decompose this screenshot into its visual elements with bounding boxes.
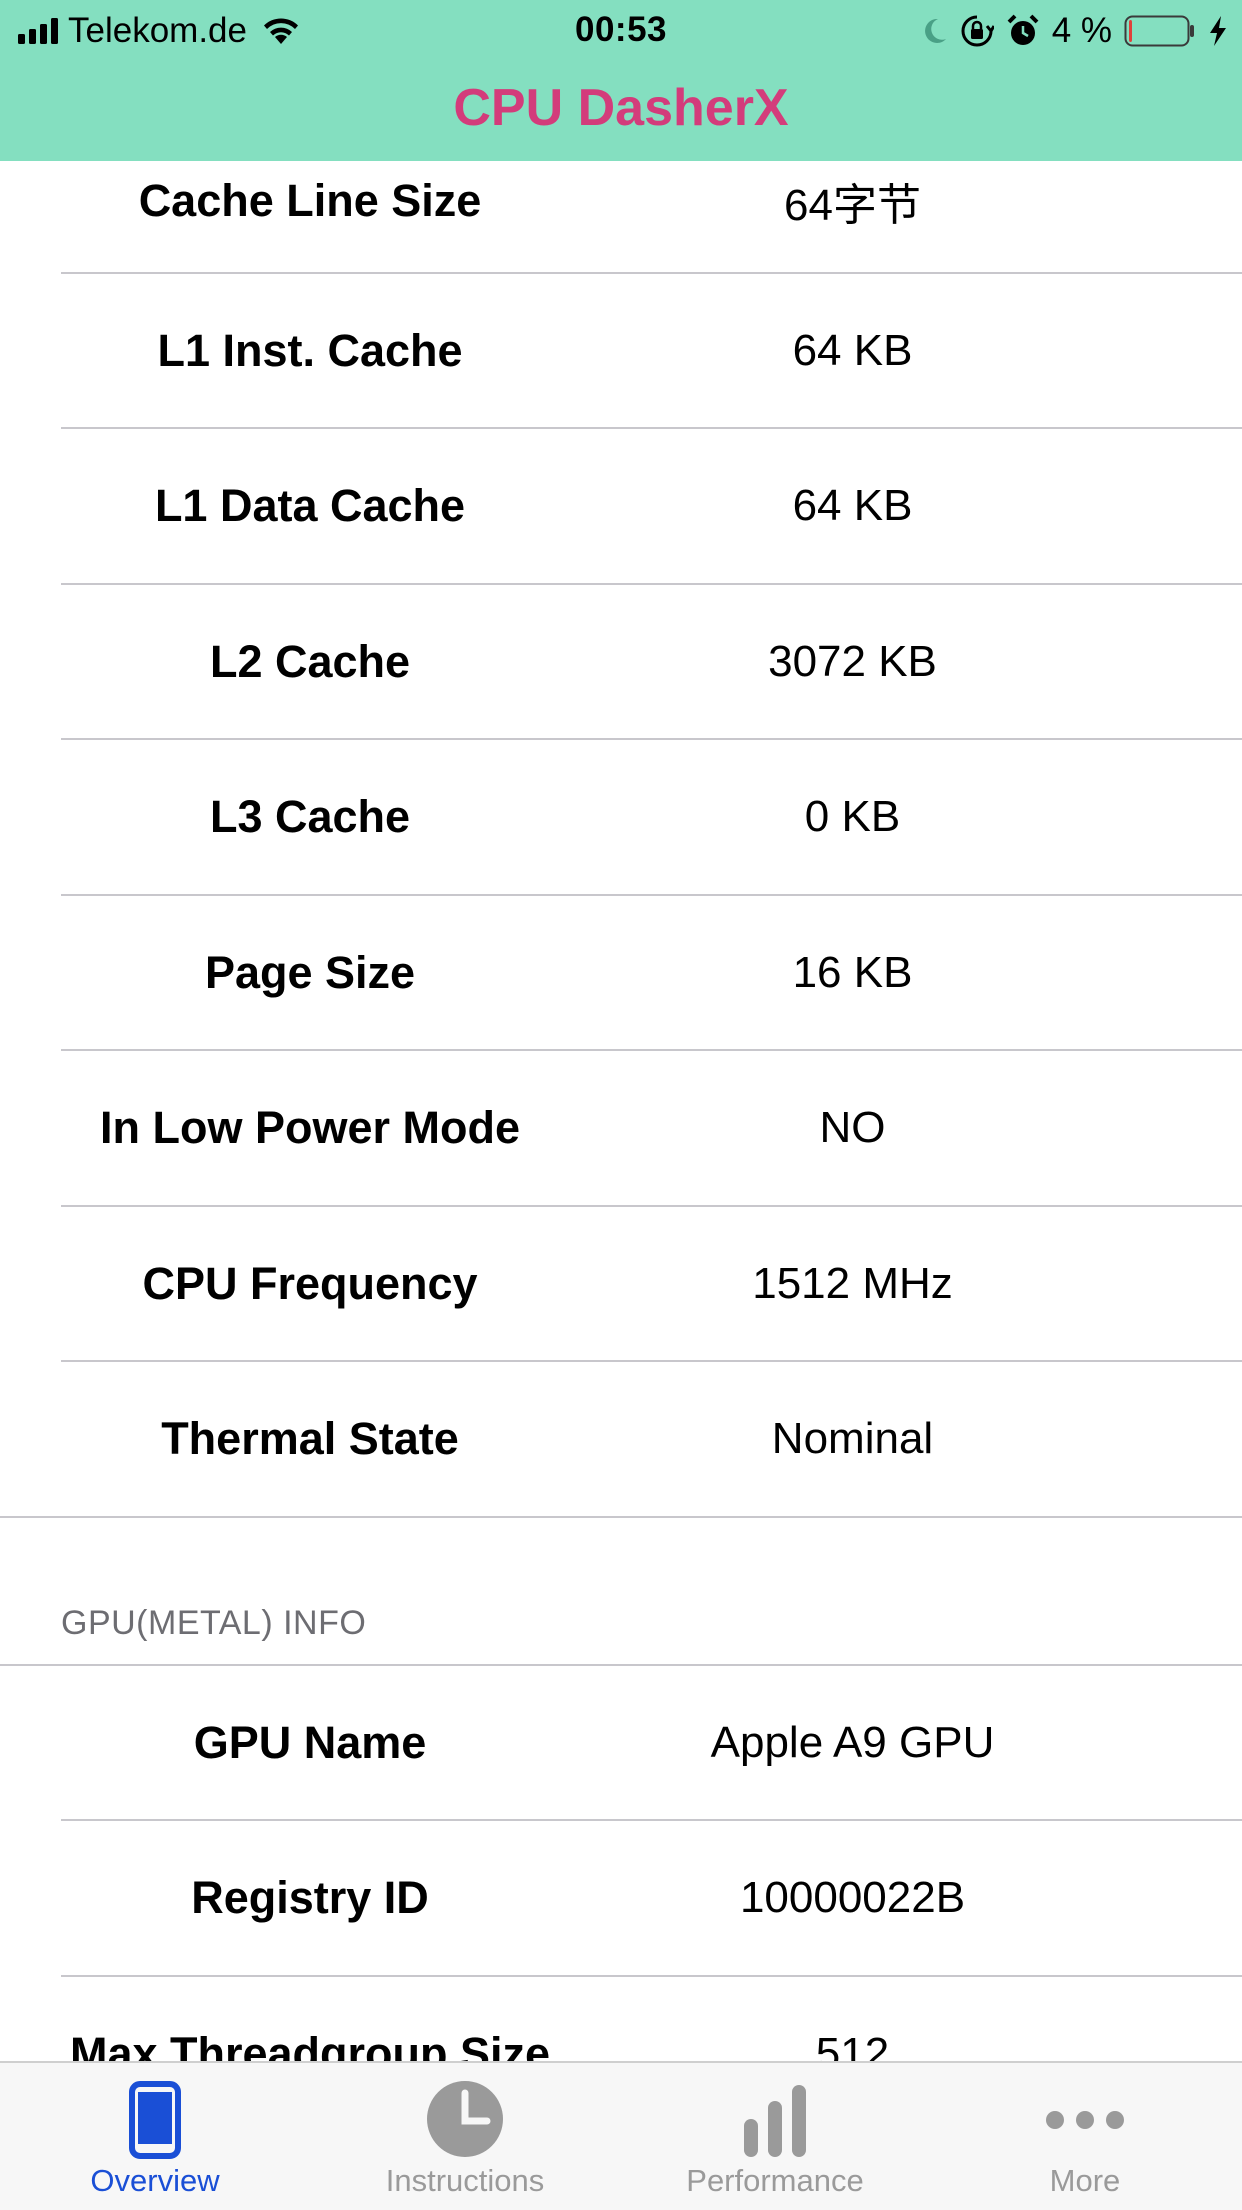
tab-overview[interactable]: Overview bbox=[0, 2063, 310, 2210]
tab-label: More bbox=[1049, 2163, 1121, 2198]
tab-label: Performance bbox=[686, 2163, 864, 2198]
info-list[interactable]: Cache Line Size 64字节 L1 Inst. Cache 64 K… bbox=[0, 161, 1242, 2061]
tab-instructions[interactable]: Instructions bbox=[310, 2063, 620, 2210]
bars-icon bbox=[744, 2085, 806, 2157]
moon-icon bbox=[924, 18, 946, 43]
section-divider bbox=[0, 1516, 1242, 1518]
info-row: L1 Inst. Cache 64 KB bbox=[0, 273, 1242, 428]
row-value: 64 KB bbox=[792, 325, 913, 375]
info-row: L2 Cache 3072 KB bbox=[0, 584, 1242, 739]
info-row: Thermal State Nominal bbox=[0, 1361, 1242, 1516]
info-row: L3 Cache 0 KB bbox=[0, 739, 1242, 894]
info-row: Cache Line Size 64字节 bbox=[0, 161, 1242, 278]
page-title: CPU DasherX bbox=[453, 79, 789, 137]
row-label: Registry ID bbox=[191, 1871, 429, 1923]
row-value: 64字节 bbox=[784, 180, 921, 230]
row-label: In Low Power Mode bbox=[99, 1101, 520, 1153]
info-row: Registry ID 10000022B bbox=[0, 1820, 1242, 1975]
row-value: 16 KB bbox=[792, 947, 913, 997]
row-label: L2 Cache bbox=[209, 635, 411, 687]
row-label: Page Size bbox=[204, 946, 416, 998]
battery-icon bbox=[1124, 15, 1194, 47]
clock-icon bbox=[427, 2081, 503, 2157]
row-label: GPU Name bbox=[193, 1716, 427, 1768]
row-value: Apple A9 GPU bbox=[710, 1717, 995, 1767]
status-right: 4 % bbox=[922, 10, 1228, 52]
row-value: 0 KB bbox=[804, 791, 901, 841]
row-label: CPU Frequency bbox=[142, 1257, 478, 1309]
rotation-lock-icon bbox=[961, 15, 994, 47]
row-label: L1 Inst. Cache bbox=[157, 324, 463, 376]
row-label: Max Threadgroup Size bbox=[69, 2027, 551, 2062]
info-row: L1 Data Cache 64 KB bbox=[0, 428, 1242, 583]
row-value: 10000022B bbox=[739, 1872, 966, 1922]
row-value: 3072 KB bbox=[768, 636, 937, 686]
charging-bolt-icon bbox=[1210, 16, 1226, 46]
tab-performance[interactable]: Performance bbox=[620, 2063, 930, 2210]
row-value: 512 bbox=[815, 2028, 890, 2062]
tab-more[interactable]: More bbox=[930, 2063, 1240, 2210]
info-row: In Low Power Mode NO bbox=[0, 1050, 1242, 1205]
row-value: 1512 MHz bbox=[752, 1258, 953, 1308]
row-value: Nominal bbox=[771, 1413, 934, 1463]
battery-percentage: 4 % bbox=[1051, 11, 1112, 50]
info-row: Page Size 16 KB bbox=[0, 895, 1242, 1050]
info-row: GPU Name Apple A9 GPU bbox=[0, 1665, 1242, 1820]
tab-bar: Overview Instructions Performance More bbox=[0, 2061, 1242, 2210]
row-label: Cache Line Size bbox=[138, 174, 482, 226]
row-value: NO bbox=[819, 1102, 886, 1152]
header: Telekom.de 00:53 4 % CPU DasherX bbox=[0, 0, 1242, 161]
row-label: L3 Cache bbox=[209, 790, 411, 842]
more-dots-icon bbox=[1046, 2111, 1124, 2129]
phone-icon bbox=[129, 2081, 181, 2159]
alarm-icon bbox=[1007, 14, 1039, 45]
status-bar: Telekom.de 00:53 4 % bbox=[0, 0, 1242, 62]
row-label: L1 Data Cache bbox=[154, 479, 466, 531]
row-value: 64 KB bbox=[792, 480, 913, 530]
tab-label: Overview bbox=[90, 2163, 220, 2198]
battery-level-fill bbox=[1129, 20, 1132, 42]
tab-label: Instructions bbox=[385, 2163, 545, 2198]
row-label: Thermal State bbox=[161, 1412, 459, 1464]
info-row: CPU Frequency 1512 MHz bbox=[0, 1206, 1242, 1361]
gpu-section-header: GPU(METAL) INFO bbox=[61, 1604, 367, 1642]
info-row: Max Threadgroup Size 512 bbox=[0, 1976, 1242, 2062]
